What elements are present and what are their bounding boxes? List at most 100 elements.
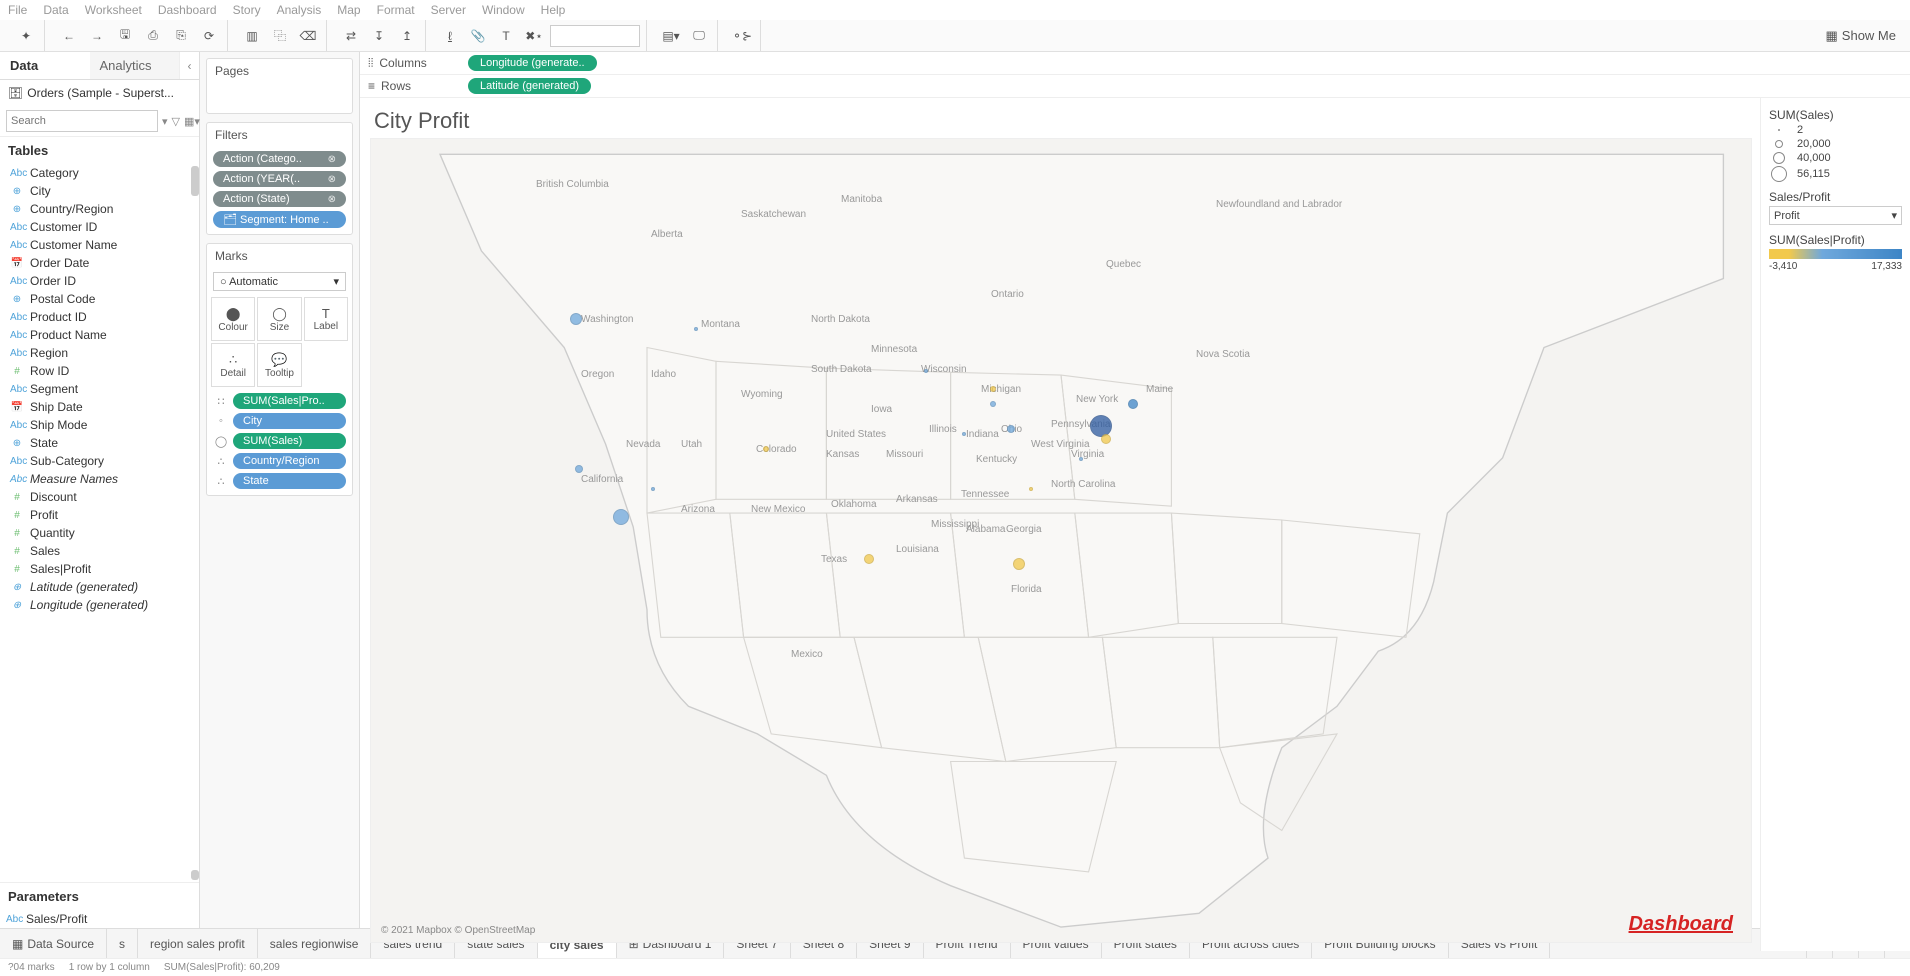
map-data-point[interactable] xyxy=(1029,487,1033,491)
mark-detail-button[interactable]: ∴Detail xyxy=(211,343,255,387)
menu-analysis[interactable]: Analysis xyxy=(277,3,322,17)
map-data-point[interactable] xyxy=(924,369,928,373)
map-data-point[interactable] xyxy=(990,401,996,407)
field-item[interactable]: #Profit xyxy=(4,506,195,524)
field-item[interactable]: ⊕Postal Code xyxy=(4,290,195,308)
label-icon[interactable]: T xyxy=(494,24,518,48)
swap-icon[interactable]: ⇄ xyxy=(339,24,363,48)
field-item[interactable]: AbcCategory xyxy=(4,164,195,182)
field-item[interactable]: ⊕State xyxy=(4,434,195,452)
filter-pill[interactable]: Action (State)⊗ xyxy=(213,191,346,207)
field-item[interactable]: #Quantity xyxy=(4,524,195,542)
menu-map[interactable]: Map xyxy=(337,3,360,17)
share-icon[interactable]: ⚬⊱ xyxy=(730,24,754,48)
menu-file[interactable]: File xyxy=(8,3,27,17)
field-item[interactable]: AbcProduct ID xyxy=(4,308,195,326)
search-dropdown-icon[interactable]: ▾ xyxy=(162,115,168,128)
field-item[interactable]: ⊕Latitude (generated) xyxy=(4,578,195,596)
map-data-point[interactable] xyxy=(1079,457,1083,461)
field-item[interactable]: AbcShip Mode xyxy=(4,416,195,434)
field-item[interactable]: #Sales xyxy=(4,542,195,560)
rows-pill[interactable]: Latitude (generated) xyxy=(468,78,591,94)
map-data-point[interactable] xyxy=(864,554,874,564)
search-input[interactable] xyxy=(6,110,158,132)
mark-size-button[interactable]: ◯Size xyxy=(257,297,301,341)
parameter-item[interactable]: Abc Sales/Profit xyxy=(0,910,199,928)
show-me-button[interactable]: ▦ Show Me xyxy=(1826,28,1897,44)
datasource-name[interactable]: 🗄 Orders (Sample - Superst... xyxy=(0,80,199,106)
mark-colour-button[interactable]: ⬤Colour xyxy=(211,297,255,341)
filter-icon[interactable]: ▽ xyxy=(172,115,180,128)
field-item[interactable]: AbcCustomer Name xyxy=(4,236,195,254)
new-worksheet-icon[interactable]: ▥ xyxy=(240,24,264,48)
marks-type-dropdown[interactable]: ○ Automatic▾ xyxy=(213,272,346,291)
map-data-point[interactable] xyxy=(1013,558,1025,570)
clear-icon[interactable]: ⌫ xyxy=(296,24,320,48)
map-data-point[interactable] xyxy=(1128,399,1138,409)
map-canvas[interactable]: © 2021 Mapbox © OpenStreetMap Dashboard … xyxy=(370,138,1752,943)
highlight-icon[interactable]: ℓ xyxy=(438,24,462,48)
map-data-point[interactable] xyxy=(613,509,629,525)
map-data-point[interactable] xyxy=(962,432,966,436)
back-icon[interactable]: ← xyxy=(57,24,81,48)
map-data-point[interactable] xyxy=(575,465,583,473)
field-item[interactable]: #Discount xyxy=(4,488,195,506)
autosave-icon[interactable]: ⎘ xyxy=(169,24,193,48)
filter-pill[interactable]: Action (YEAR(..⊗ xyxy=(213,171,346,187)
field-item[interactable]: AbcSub-Category xyxy=(4,452,195,470)
remove-icon[interactable]: ⊗ xyxy=(328,174,336,185)
field-item[interactable]: AbcOrder ID xyxy=(4,272,195,290)
pages-shelf[interactable]: Pages xyxy=(206,58,353,114)
menu-worksheet[interactable]: Worksheet xyxy=(85,3,142,17)
scrollbar-thumb-bottom[interactable] xyxy=(191,870,199,880)
search-data-input[interactable] xyxy=(550,25,640,47)
map-data-point[interactable] xyxy=(763,446,769,452)
map-data-point[interactable] xyxy=(1101,434,1111,444)
field-item[interactable]: 📅Ship Date xyxy=(4,398,195,416)
mark-pill[interactable]: Country/Region xyxy=(233,453,346,469)
field-item[interactable]: AbcSegment xyxy=(4,380,195,398)
menu-help[interactable]: Help xyxy=(541,3,566,17)
datasource-tab[interactable]: ▦ Data Source xyxy=(0,929,107,958)
filter-pill[interactable]: 🗂 Segment: Home .. xyxy=(213,211,346,228)
pin-icon[interactable]: ✖⋆ xyxy=(522,24,546,48)
map-data-point[interactable] xyxy=(1090,415,1112,437)
mark-pill[interactable]: SUM(Sales|Pro.. xyxy=(233,393,346,409)
map-data-point[interactable] xyxy=(570,313,582,325)
remove-icon[interactable]: ⊗ xyxy=(328,154,336,165)
forward-icon[interactable]: → xyxy=(85,24,109,48)
dashboard-link[interactable]: Dashboard xyxy=(1629,913,1733,936)
worksheet-title[interactable]: City Profit xyxy=(360,98,1760,138)
new-datasource-icon[interactable]: ⎙ xyxy=(141,24,165,48)
map-data-point[interactable] xyxy=(1007,425,1015,433)
refresh-icon[interactable]: ⟳ xyxy=(197,24,221,48)
field-item[interactable]: ⊕Longitude (generated) xyxy=(4,596,195,614)
save-icon[interactable]: 🖫 xyxy=(113,24,137,48)
field-item[interactable]: 📅Order Date xyxy=(4,254,195,272)
columns-shelf[interactable]: ⦙⦙Columns Longitude (generate.. xyxy=(360,52,1910,75)
duplicate-icon[interactable]: ⿻ xyxy=(268,24,292,48)
field-item[interactable]: AbcProduct Name xyxy=(4,326,195,344)
collapse-pane-icon[interactable]: ‹ xyxy=(179,52,199,79)
sort-desc-icon[interactable]: ↥ xyxy=(395,24,419,48)
analytics-tab[interactable]: Analytics xyxy=(90,52,180,79)
mark-label-button[interactable]: TLabel xyxy=(304,297,348,341)
map-data-point[interactable] xyxy=(990,386,996,392)
sheet-tab[interactable]: region sales profit xyxy=(138,929,258,958)
columns-pill[interactable]: Longitude (generate.. xyxy=(468,55,597,71)
mark-pill[interactable]: State xyxy=(233,473,346,489)
tableau-logo-icon[interactable]: ✦ xyxy=(14,24,38,48)
sort-asc-icon[interactable]: ↧ xyxy=(367,24,391,48)
parameter-dropdown[interactable]: Profit ▾ xyxy=(1769,206,1902,225)
remove-icon[interactable]: ⊗ xyxy=(328,194,336,205)
field-item[interactable]: #Sales|Profit xyxy=(4,560,195,578)
field-item[interactable]: AbcRegion xyxy=(4,344,195,362)
menu-window[interactable]: Window xyxy=(482,3,525,17)
field-item[interactable]: #Row ID xyxy=(4,362,195,380)
map-data-point[interactable] xyxy=(694,327,698,331)
mark-pill[interactable]: City xyxy=(233,413,346,429)
fit-dropdown-icon[interactable]: ▤▾ xyxy=(659,24,683,48)
sheet-tab[interactable]: s xyxy=(107,929,138,958)
scrollbar-thumb-top[interactable] xyxy=(191,166,199,196)
field-item[interactable]: ⊕Country/Region xyxy=(4,200,195,218)
